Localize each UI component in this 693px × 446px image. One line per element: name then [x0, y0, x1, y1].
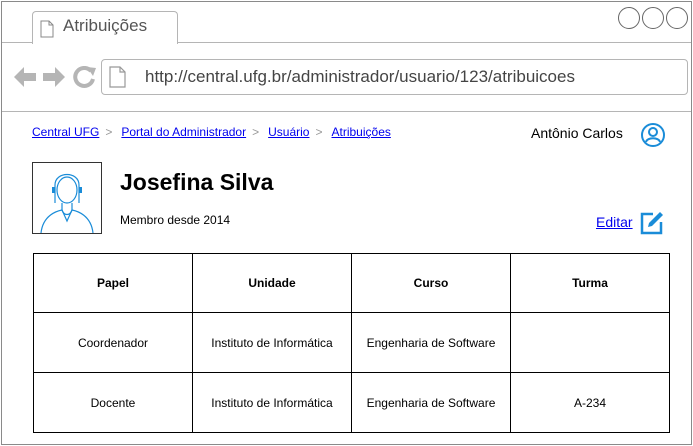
table-row[interactable]: Coordenador Instituto de Informática Eng…: [33, 312, 670, 373]
window-controls: [618, 7, 688, 29]
navigation-bar: http://central.ufg.br/administrador/usua…: [2, 44, 691, 112]
edit-link[interactable]: Editar: [596, 214, 633, 230]
table-header-row: Papel Unidade Curso Turma: [33, 253, 670, 313]
column-header-turma: Turma: [510, 253, 670, 313]
breadcrumb-separator: >: [315, 125, 323, 139]
page-content: Central UFG > Portal do Administrador > …: [2, 112, 691, 444]
url-text[interactable]: http://central.ufg.br/administrador/usua…: [145, 67, 575, 87]
browser-window: Atribuições http://central.ufg.br/admini…: [1, 1, 692, 445]
member-since: Membro desde 2014: [120, 213, 231, 227]
browser-tab[interactable]: Atribuições: [32, 11, 178, 44]
cell-curso: Engenharia de Software: [351, 372, 511, 433]
breadcrumb-central-ufg[interactable]: Central UFG: [32, 125, 99, 139]
user-account-icon[interactable]: [640, 122, 666, 148]
logged-user-name[interactable]: Antônio Carlos: [531, 125, 623, 141]
female-user-avatar-icon: [40, 173, 94, 234]
close-button[interactable]: [666, 7, 688, 29]
cell-turma: A-234: [510, 372, 670, 433]
forward-arrow-icon[interactable]: [42, 66, 66, 88]
back-arrow-icon[interactable]: [13, 66, 37, 88]
column-header-papel: Papel: [33, 253, 193, 313]
reload-icon[interactable]: [73, 66, 97, 88]
table-row[interactable]: Docente Instituto de Informática Engenha…: [33, 372, 670, 433]
maximize-button[interactable]: [642, 7, 664, 29]
breadcrumb-portal-administrador[interactable]: Portal do Administrador: [121, 125, 246, 139]
breadcrumb: Central UFG > Portal do Administrador > …: [32, 125, 391, 139]
cell-papel: Coordenador: [33, 312, 193, 373]
column-header-curso: Curso: [351, 253, 511, 313]
cell-papel: Docente: [33, 372, 193, 433]
breadcrumb-atribuicoes[interactable]: Atribuições: [332, 125, 391, 139]
breadcrumb-separator: >: [252, 125, 260, 139]
page-icon: [109, 66, 126, 88]
document-icon: [40, 20, 54, 38]
avatar: [32, 162, 102, 234]
cell-curso: Engenharia de Software: [351, 312, 511, 373]
profile-name: Josefina Silva: [120, 169, 274, 195]
edit-icon[interactable]: [639, 210, 665, 236]
tab-title: Atribuições: [63, 16, 148, 35]
column-header-unidade: Unidade: [192, 253, 352, 313]
roles-table: Papel Unidade Curso Turma Coordenador In…: [33, 253, 670, 433]
cell-unidade: Instituto de Informática: [192, 312, 352, 373]
cell-unidade: Instituto de Informática: [192, 372, 352, 433]
breadcrumb-usuario[interactable]: Usuário: [268, 125, 309, 139]
title-bar: Atribuições: [2, 2, 691, 44]
cell-turma: [510, 312, 670, 373]
breadcrumb-separator: >: [105, 125, 113, 139]
minimize-button[interactable]: [618, 7, 640, 29]
address-bar[interactable]: http://central.ufg.br/administrador/usua…: [101, 59, 688, 95]
